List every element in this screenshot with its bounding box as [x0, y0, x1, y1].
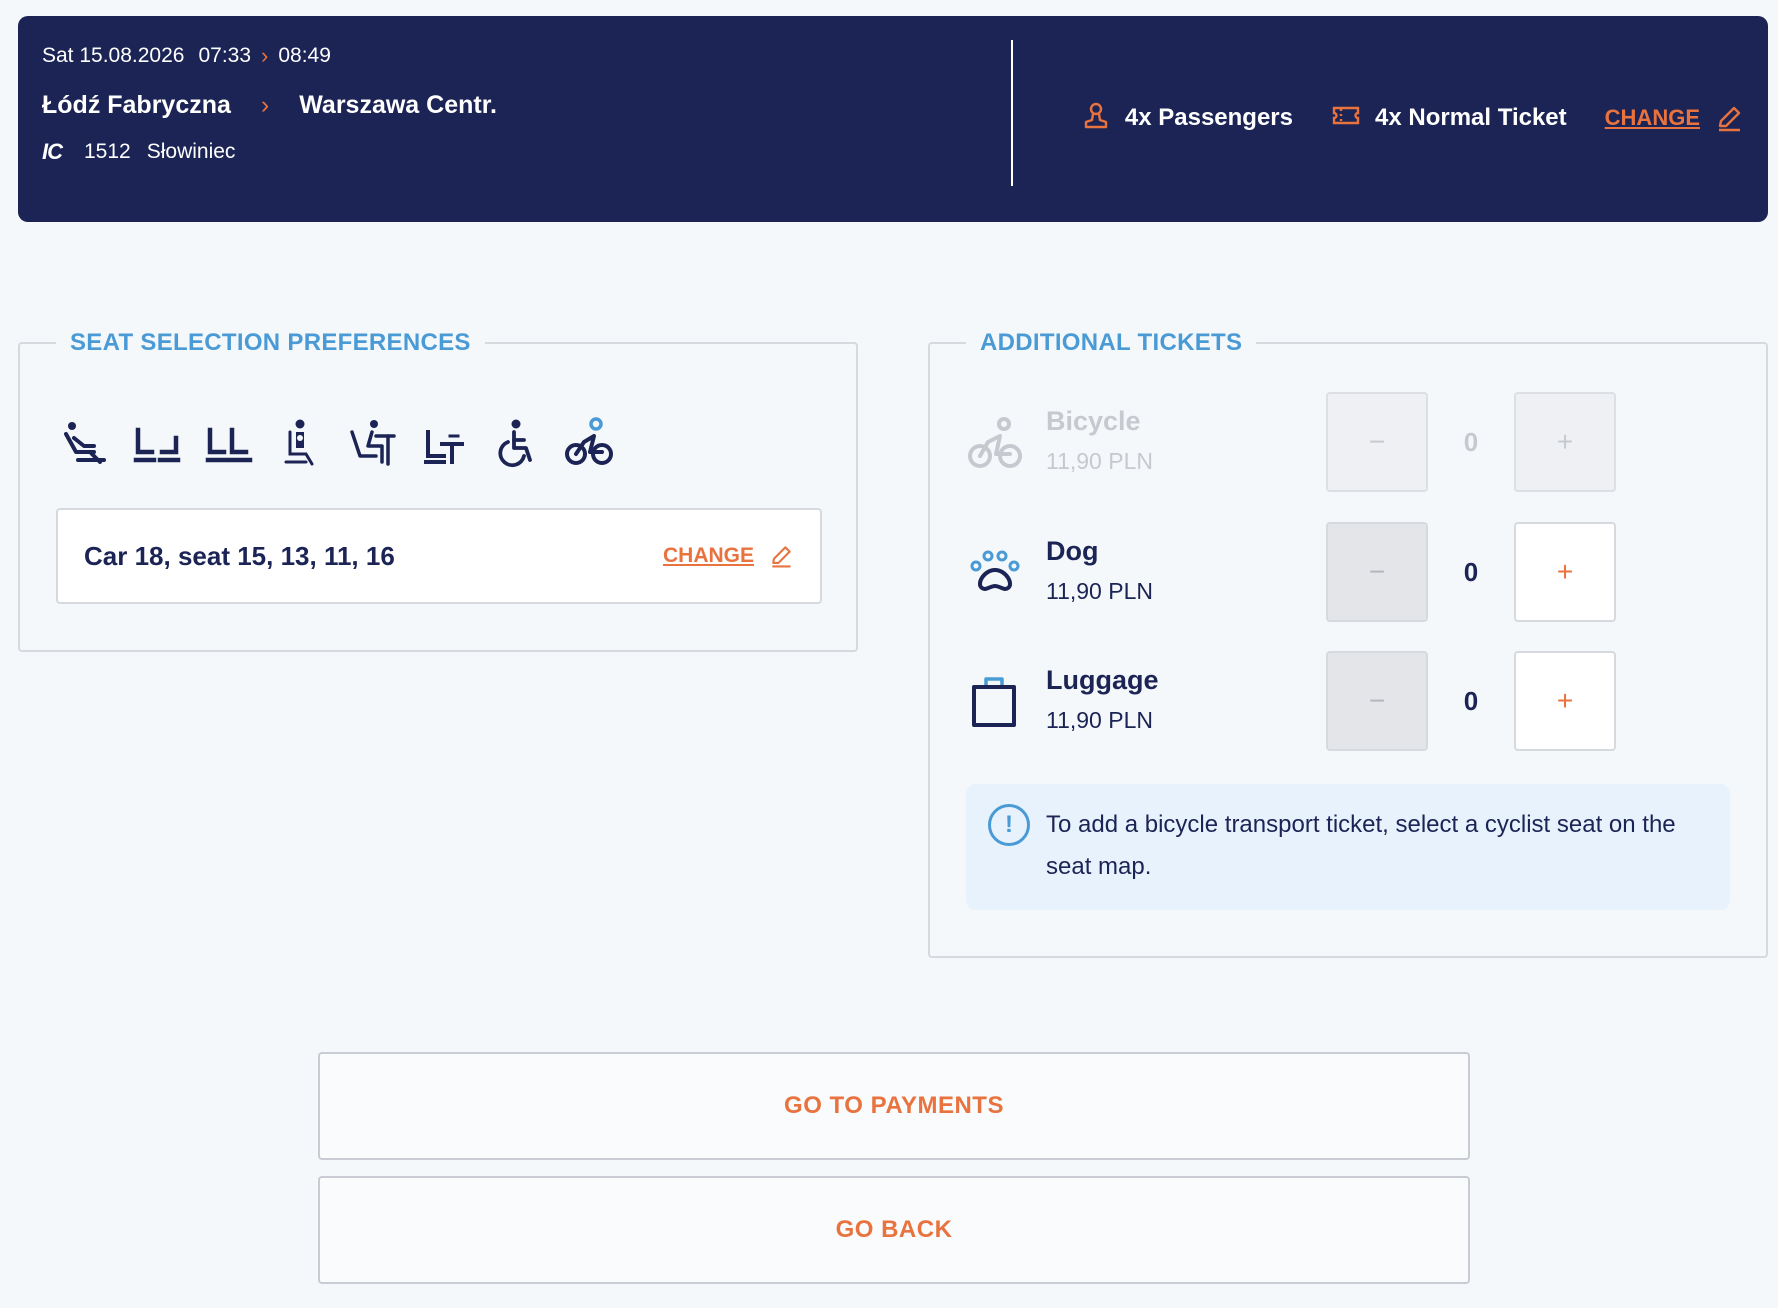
train-name: Słowiniec: [146, 140, 236, 163]
seat-with-table-icon[interactable]: [348, 416, 398, 468]
ticket-summary: 4x Normal Ticket: [1331, 100, 1567, 137]
ticket-row-luggage: Luggage 11,90 PLN − 0 +: [966, 651, 1616, 751]
ticket-name: Luggage: [1046, 665, 1159, 695]
dog-quantity: 0: [1463, 556, 1479, 587]
luggage-icon: [972, 677, 1016, 727]
decrease-dog-button[interactable]: −: [1326, 522, 1428, 622]
seats-facing-icon[interactable]: [132, 416, 182, 468]
ticket-price: 11,90 PLN: [1046, 448, 1153, 474]
paw-icon: [970, 550, 1020, 591]
bicycle-icon: [968, 417, 1022, 468]
go-back-button[interactable]: GO BACK: [318, 1176, 1470, 1284]
wheelchair-icon[interactable]: [492, 416, 542, 468]
parent-child-seat-icon[interactable]: [276, 416, 326, 468]
change-seats-button[interactable]: CHANGE: [663, 543, 794, 569]
selected-seats-box: Car 18, seat 15, 13, 11, 16 CHANGE: [56, 508, 822, 604]
increase-luggage-button[interactable]: +: [1514, 651, 1616, 751]
journey-summary: Sat 15.08.2026 07:33 › 08:49 Łódź Fabryc…: [42, 42, 497, 166]
bicycle-quantity: 0: [1463, 426, 1479, 457]
change-booking-link[interactable]: CHANGE: [1605, 103, 1744, 133]
additional-tickets-panel: ADDITIONAL TICKETS Bicycle 11,90 PLN − 0…: [928, 327, 1768, 958]
carrier-logo: IC: [42, 139, 63, 164]
passengers-summary: 4x Passengers: [1081, 100, 1293, 137]
change-label: CHANGE: [662, 544, 754, 567]
chevron-right-icon: ›: [260, 90, 270, 119]
person-icon: [1081, 100, 1111, 137]
pencil-icon: [1718, 106, 1741, 132]
ticket-icon: [1331, 100, 1361, 137]
journey-header: Sat 15.08.2026 07:33 › 08:49 Łódź Fabryc…: [18, 16, 1768, 222]
header-divider: [1011, 40, 1013, 186]
increase-dog-button[interactable]: +: [1514, 522, 1616, 622]
luggage-quantity: 0: [1463, 685, 1479, 716]
info-text: To add a bicycle transport ticket, selec…: [1046, 811, 1676, 880]
change-booking-button[interactable]: CHANGE: [1605, 103, 1744, 133]
booking-summary: 4x Passengers 4x Normal Ticket CHANGE: [1043, 96, 1744, 140]
from-station: Łódź Fabryczna: [42, 90, 231, 119]
seat-preferences-panel: SEAT SELECTION PREFERENCES Car 18, seat …: [18, 327, 858, 652]
info-icon: !: [988, 804, 1030, 846]
journey-datetime: Sat 15.08.2026 07:33 › 08:49: [42, 42, 497, 70]
go-to-payments-button[interactable]: GO TO PAYMENTS: [318, 1052, 1470, 1160]
pencil-icon: [772, 546, 791, 568]
decrease-luggage-button[interactable]: −: [1326, 651, 1428, 751]
selected-seats: Car 18, seat 15, 13, 11, 16: [84, 540, 395, 571]
ticket-row-bicycle: Bicycle 11,90 PLN − 0 +: [966, 392, 1616, 492]
chevron-right-icon: ›: [261, 43, 269, 68]
ticket-row-dog: Dog 11,90 PLN − 0 +: [966, 522, 1616, 622]
ticket-type: 4x Normal Ticket: [1375, 104, 1567, 131]
ticket-name: Bicycle: [1046, 406, 1141, 436]
increase-bicycle-button[interactable]: +: [1514, 392, 1616, 492]
arrival-time: 08:49: [278, 44, 331, 67]
ticket-price: 11,90 PLN: [1046, 578, 1153, 604]
departure-time: 07:33: [198, 44, 252, 67]
additional-tickets-title: ADDITIONAL TICKETS: [966, 327, 1257, 359]
ticket-name: Dog: [1046, 536, 1099, 566]
bicycle-info-box: ! To add a bicycle transport ticket, sel…: [966, 784, 1730, 910]
seat-with-small-table-icon[interactable]: [420, 416, 470, 468]
cyclist-icon[interactable]: [564, 416, 614, 468]
seat-preference-icons: [60, 416, 614, 468]
passengers-count: 4x Passengers: [1124, 104, 1293, 131]
seat-preferences-title: SEAT SELECTION PREFERENCES: [56, 327, 485, 359]
train-number: 1512: [84, 140, 131, 163]
to-station: Warszawa Centr.: [299, 90, 498, 119]
change-label: CHANGE: [1604, 105, 1700, 130]
ticket-price: 11,90 PLN: [1046, 707, 1153, 733]
recliner-seat-icon[interactable]: [60, 416, 110, 468]
decrease-bicycle-button[interactable]: −: [1326, 392, 1428, 492]
journey-date: Sat 15.08.2026: [42, 44, 185, 67]
seats-in-row-icon[interactable]: [204, 416, 254, 468]
train-info: IC 1512 Słowiniec: [42, 138, 497, 166]
journey-route: Łódź Fabryczna › Warszawa Centr.: [42, 90, 497, 120]
